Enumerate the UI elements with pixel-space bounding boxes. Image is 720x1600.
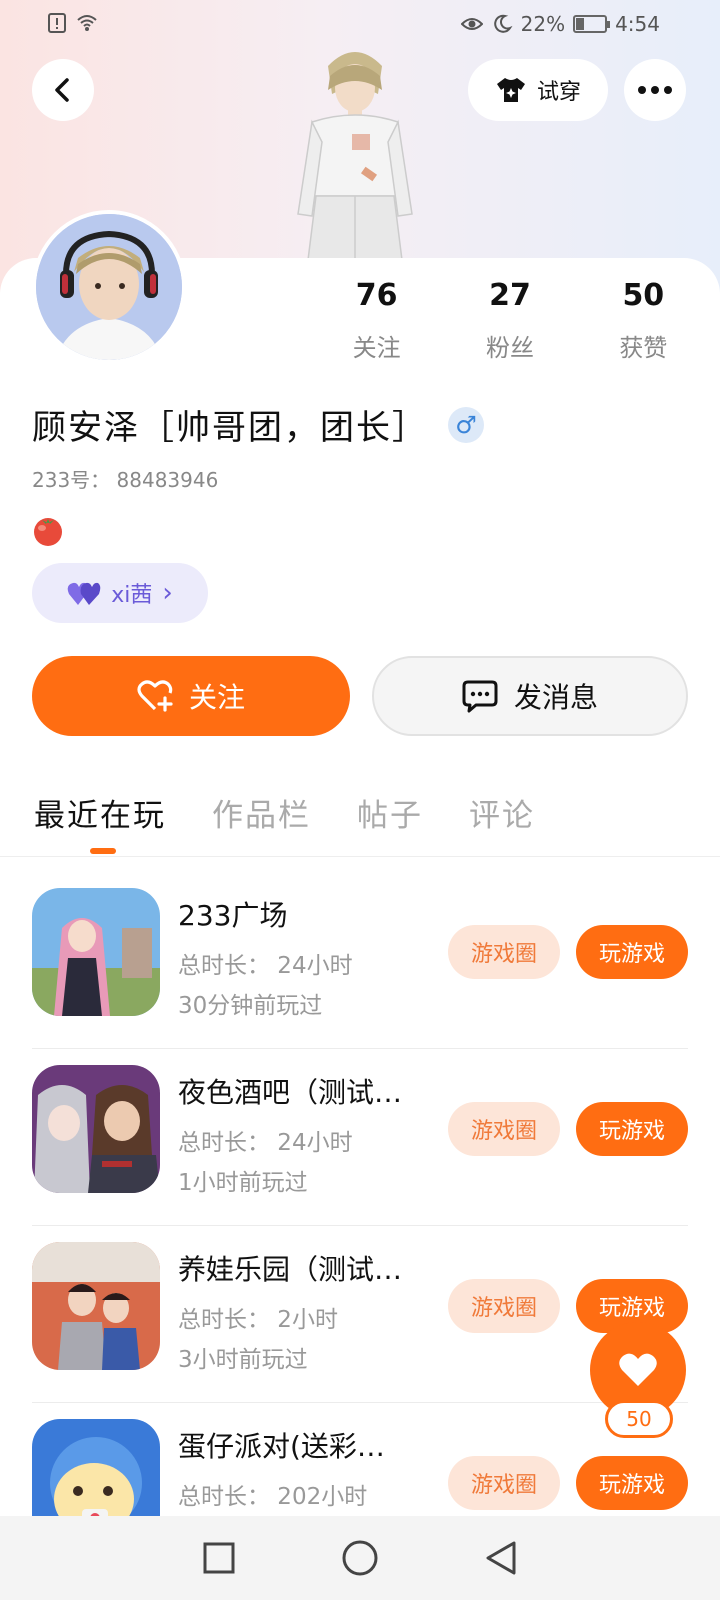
- game-circle-button[interactable]: 游戏圈: [448, 1279, 560, 1333]
- play-game-button[interactable]: 玩游戏: [576, 1102, 688, 1156]
- tomato-icon: [34, 518, 62, 546]
- profile-stats: 76 关注 27 粉丝 50 获赞: [310, 278, 710, 363]
- user-name: 顾安泽［帅哥团，团长］: [32, 408, 428, 448]
- tab-works[interactable]: 作品栏: [212, 790, 311, 835]
- game-duration: 总时长： 202小时: [178, 1484, 368, 1510]
- fans-count: 27: [489, 278, 531, 313]
- recent-apps-square-icon[interactable]: [202, 1541, 236, 1575]
- profile-tabs: 最近在玩 作品栏 帖子 评论: [34, 790, 535, 854]
- play-game-button[interactable]: 玩游戏: [576, 1456, 688, 1510]
- relationship-tag[interactable]: xi茜 ›: [32, 563, 208, 623]
- heart-icon: [619, 1353, 657, 1386]
- game-duration: 总时长： 2小时: [178, 1307, 338, 1333]
- like-count-badge: 50: [605, 1400, 673, 1438]
- back-triangle-icon[interactable]: [484, 1540, 518, 1576]
- follow-label: 关注: [188, 681, 245, 714]
- try-on-label: 试穿: [536, 80, 581, 105]
- status-bar: 22% 4:54: [0, 0, 720, 48]
- likes-count: 50: [622, 278, 665, 313]
- game-circle-button[interactable]: 游戏圈: [448, 1102, 560, 1156]
- likes-stat[interactable]: 50 获赞: [577, 278, 710, 363]
- chevron-left-icon: [55, 78, 69, 102]
- avatar[interactable]: [32, 210, 186, 364]
- list-item[interactable]: 夜色酒吧（测试… 总时长： 24小时 1小时前玩过 游戏圈 玩游戏: [0, 1049, 720, 1226]
- back-button[interactable]: [32, 59, 94, 121]
- user-id: 233号： 88483946: [32, 468, 219, 492]
- tabs-divider: [0, 856, 720, 857]
- tshirt-icon: [496, 78, 525, 102]
- following-count: 76: [355, 278, 398, 313]
- battery-icon: [573, 15, 611, 33]
- male-gender-icon: ♂: [448, 406, 484, 443]
- send-message-button[interactable]: 发消息: [372, 656, 688, 736]
- game-title: 233广场: [178, 899, 288, 932]
- try-on-button[interactable]: 试穿: [468, 59, 608, 121]
- game-icon-baby-park: [32, 1242, 160, 1370]
- tab-recently-played[interactable]: 最近在玩: [34, 790, 166, 854]
- tab-comments[interactable]: 评论: [469, 790, 535, 835]
- avatar-character-image: [297, 52, 413, 260]
- eye-icon: [460, 18, 483, 30]
- game-duration: 总时长： 24小时: [178, 953, 353, 979]
- game-title: 蛋仔派对(送彩…: [178, 1430, 385, 1463]
- follow-button[interactable]: 关注: [32, 656, 350, 736]
- game-last-played: 30分钟前玩过: [178, 993, 323, 1019]
- game-circle-button[interactable]: 游戏圈: [448, 925, 560, 979]
- system-navigation-bar: [0, 1516, 720, 1600]
- fans-stat[interactable]: 27 粉丝: [443, 278, 576, 363]
- avatar-image: [36, 214, 182, 360]
- chevron-right-icon: ›: [162, 578, 173, 608]
- name-row: 顾安泽［帅哥团，团长］ ♂: [32, 400, 484, 449]
- likes-label: 获赞: [619, 334, 668, 362]
- chat-bubble-icon: [462, 680, 498, 713]
- home-circle-icon[interactable]: [341, 1539, 379, 1577]
- following-label: 关注: [352, 334, 401, 362]
- battery-percent: 22%: [520, 12, 566, 36]
- send-message-label: 发消息: [513, 681, 598, 714]
- game-circle-button[interactable]: 游戏圈: [448, 1456, 560, 1510]
- relationship-tag-label: xi茜: [111, 583, 153, 608]
- wifi-icon: [77, 15, 97, 31]
- game-icon-233-plaza: [32, 888, 160, 1016]
- tab-posts[interactable]: 帖子: [357, 790, 423, 835]
- play-game-button[interactable]: 玩游戏: [576, 925, 688, 979]
- more-options-button[interactable]: [624, 59, 686, 121]
- heart-plus-icon: [137, 680, 173, 712]
- game-title: 夜色酒吧（测试…: [178, 1076, 403, 1109]
- following-stat[interactable]: 76 关注: [310, 278, 443, 363]
- clock-time: 4:54: [615, 12, 660, 36]
- game-last-played: 3小时前玩过: [178, 1347, 308, 1373]
- fans-label: 粉丝: [485, 334, 534, 362]
- game-last-played: 1小时前玩过: [178, 1170, 308, 1196]
- moon-icon: [493, 14, 513, 33]
- game-duration: 总时长： 24小时: [178, 1130, 353, 1156]
- heart-couple-icon: [67, 582, 101, 605]
- sim-alert-icon: [48, 13, 66, 33]
- game-icon-night-bar: [32, 1065, 160, 1193]
- more-dots-icon: [638, 86, 672, 94]
- game-title: 养娃乐园（测试…: [178, 1253, 403, 1286]
- recent-games-list: 233广场 总时长： 24小时 30分钟前玩过 游戏圈 玩游戏 夜色酒吧（测试……: [0, 872, 720, 1580]
- list-item[interactable]: 233广场 总时长： 24小时 30分钟前玩过 游戏圈 玩游戏: [0, 872, 720, 1049]
